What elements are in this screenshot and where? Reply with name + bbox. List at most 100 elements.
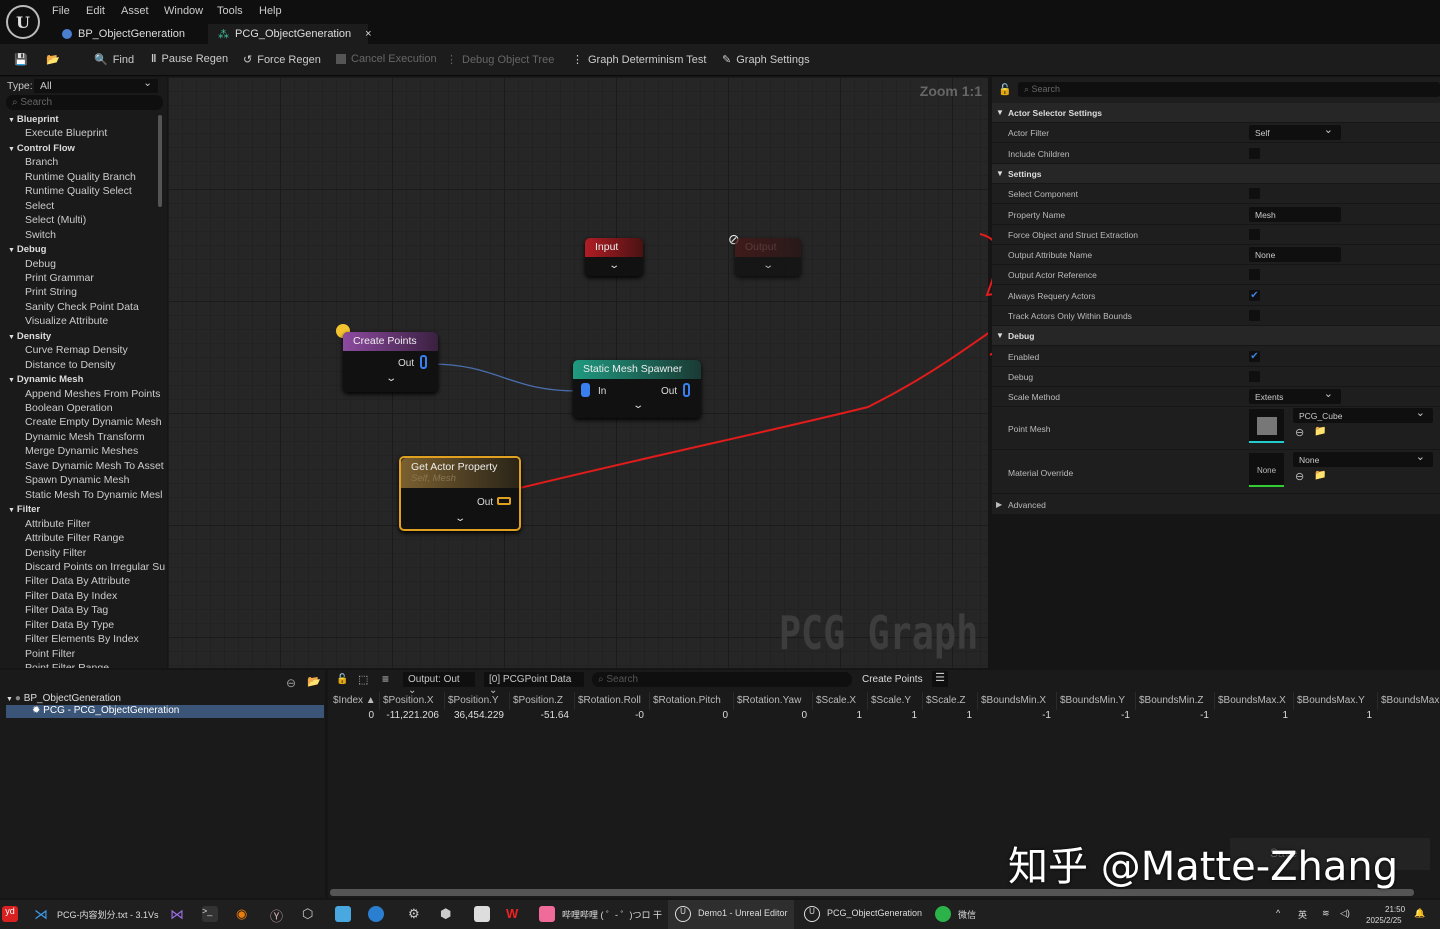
volume-icon[interactable]: ◁) bbox=[1340, 908, 1350, 919]
focus-icon[interactable]: ⊖ bbox=[286, 676, 296, 690]
chevron-down-icon[interactable]: ⌄ bbox=[762, 260, 774, 271]
palette-item[interactable]: Sanity Check Point Data bbox=[25, 301, 139, 313]
close-tab-icon[interactable]: × bbox=[365, 28, 371, 40]
wps-icon[interactable]: W bbox=[506, 906, 522, 922]
column-header[interactable]: $BoundsMax bbox=[1378, 692, 1440, 710]
palette-item[interactable]: Execute Blueprint bbox=[25, 127, 107, 139]
clock-date[interactable]: 2025/2/25 bbox=[1366, 916, 1402, 925]
chevron-down-icon[interactable]: ⌄ bbox=[454, 513, 466, 524]
point-data-pin-icon[interactable] bbox=[683, 383, 690, 397]
palette-item[interactable]: Filter Data By Type bbox=[25, 619, 114, 631]
palette-item[interactable]: Discard Points on Irregular Su bbox=[25, 561, 165, 573]
tab-pcg-objectgeneration[interactable]: ⁂PCG_ObjectGeneration× bbox=[208, 24, 368, 44]
palette-item[interactable]: Debug bbox=[25, 258, 56, 270]
chevron-down-icon[interactable]: ⌄ bbox=[632, 400, 644, 411]
palette-category[interactable]: ▼ Control Flow bbox=[8, 143, 75, 154]
bilibili-icon[interactable] bbox=[539, 906, 555, 922]
palette-item[interactable]: Filter Data By Attribute bbox=[25, 575, 130, 587]
column-header[interactable]: $Scale.X bbox=[813, 692, 868, 710]
translate-icon[interactable] bbox=[368, 906, 384, 922]
palette-item[interactable]: Filter Data By Index bbox=[25, 590, 117, 602]
column-header[interactable]: $BoundsMin.X bbox=[978, 692, 1057, 710]
tab-bp-objectgeneration[interactable]: BP_ObjectGeneration bbox=[52, 24, 195, 44]
palette-item[interactable]: Static Mesh To Dynamic Mesl bbox=[25, 489, 163, 501]
palette-item[interactable]: Branch bbox=[25, 156, 58, 168]
app-icon[interactable]: ⚙ bbox=[408, 906, 424, 922]
pause-regen-button[interactable]: ‖Pause Regen bbox=[151, 53, 228, 65]
column-header[interactable]: $Rotation.Yaw bbox=[734, 692, 813, 710]
advanced-section[interactable]: ▶Advanced bbox=[992, 495, 1440, 515]
graph-settings-button[interactable]: ✎Graph Settings bbox=[722, 53, 810, 66]
outliner-selected-item[interactable]: ✹ PCG - PCG_ObjectGeneration bbox=[6, 705, 324, 718]
app-icon[interactable] bbox=[474, 906, 490, 922]
palette-item[interactable]: Append Meshes From Points bbox=[25, 388, 160, 400]
save-icon[interactable]: 💾 bbox=[14, 53, 28, 66]
app-icon[interactable]: Ⓨ bbox=[270, 906, 286, 922]
menu-tools[interactable]: Tools bbox=[217, 5, 243, 17]
node-create-points[interactable]: Create PointsOut⌄ bbox=[343, 332, 438, 392]
property-value-field[interactable]: None bbox=[1249, 247, 1341, 262]
material-dropdown[interactable]: None bbox=[1293, 452, 1433, 467]
browse-icon[interactable]: 📂 bbox=[307, 675, 321, 688]
input-language[interactable]: 英 bbox=[1298, 908, 1307, 921]
property-checkbox[interactable] bbox=[1249, 148, 1260, 159]
palette-item[interactable]: Attribute Filter Range bbox=[25, 532, 124, 544]
property-value-field[interactable]: Self bbox=[1249, 125, 1341, 140]
taskbar-item[interactable]: 微信 bbox=[958, 908, 976, 921]
terminal-icon[interactable]: >_ bbox=[202, 906, 218, 922]
palette-item[interactable]: Dynamic Mesh Transform bbox=[25, 431, 145, 443]
node-input[interactable]: Input⌄ bbox=[585, 238, 643, 276]
node-get-actor-property[interactable]: Get Actor PropertySelf, MeshOut⌄ bbox=[399, 456, 521, 531]
details-section[interactable]: ▼Actor Selector Settings bbox=[992, 103, 1440, 123]
column-header[interactable]: $BoundsMin.Y bbox=[1057, 692, 1136, 710]
palette-category[interactable]: ▼ Filter bbox=[8, 504, 40, 515]
palette-item[interactable]: Merge Dynamic Meshes bbox=[25, 445, 138, 457]
attribute-pin-icon[interactable] bbox=[497, 497, 511, 505]
property-value-field[interactable]: Mesh bbox=[1249, 207, 1341, 222]
property-checkbox[interactable]: ✔ bbox=[1249, 290, 1260, 301]
palette-item[interactable]: Density Filter bbox=[25, 547, 86, 559]
data-index-dropdown[interactable]: [0] PCGPoint Data ⌄ bbox=[484, 672, 584, 687]
vscode-icon[interactable]: ⋊ bbox=[34, 906, 50, 922]
palette-item[interactable]: Select bbox=[25, 200, 54, 212]
menu-help[interactable]: Help bbox=[259, 5, 282, 17]
youdao-icon[interactable]: yd bbox=[2, 906, 18, 922]
property-checkbox[interactable]: ✔ bbox=[1249, 351, 1260, 362]
point-mesh-dropdown[interactable]: PCG_Cube bbox=[1293, 408, 1433, 423]
palette-category[interactable]: ▼ Dynamic Mesh bbox=[8, 374, 83, 385]
column-header[interactable]: $BoundsMax.X bbox=[1215, 692, 1294, 710]
lock-icon[interactable]: 🔓 bbox=[336, 674, 348, 685]
palette-item[interactable]: Distance to Density bbox=[25, 359, 115, 371]
palette-item[interactable]: Save Dynamic Mesh To Asset bbox=[25, 460, 164, 472]
property-checkbox[interactable] bbox=[1249, 229, 1260, 240]
browse-asset-icon[interactable]: 📁 bbox=[1314, 470, 1326, 481]
lock-icon[interactable]: 🔓 bbox=[998, 83, 1012, 96]
palette-item[interactable]: Boolean Operation bbox=[25, 402, 113, 414]
palette-item[interactable]: Point Filter Range bbox=[25, 662, 109, 668]
palette-item[interactable]: Print Grammar bbox=[25, 272, 94, 284]
palette-item[interactable]: Print String bbox=[25, 286, 77, 298]
chevron-down-icon[interactable]: ⌄ bbox=[385, 373, 397, 384]
type-dropdown[interactable]: All⌄ bbox=[34, 79, 158, 93]
node-output[interactable]: Output⌄ bbox=[735, 238, 801, 276]
property-checkbox[interactable] bbox=[1249, 310, 1260, 321]
palette-category[interactable]: ▼ Density bbox=[8, 331, 51, 342]
property-checkbox[interactable] bbox=[1249, 371, 1260, 382]
property-value-field[interactable]: Extents bbox=[1249, 389, 1341, 404]
filter-icon[interactable]: ≡ bbox=[382, 672, 389, 686]
menu-asset[interactable]: Asset bbox=[121, 5, 149, 17]
column-header[interactable]: $Scale.Y bbox=[868, 692, 923, 710]
blender-icon[interactable]: ◉ bbox=[236, 906, 252, 922]
column-header[interactable]: $Position.Y bbox=[445, 692, 510, 710]
point-data-pin-icon[interactable] bbox=[420, 355, 427, 369]
attribute-search-input[interactable]: ⌕ Search bbox=[592, 672, 852, 687]
details-search-input[interactable]: ⌕ Search bbox=[1018, 82, 1440, 97]
chevron-down-icon[interactable]: ⌄ bbox=[608, 260, 620, 271]
details-section[interactable]: ▼Settings bbox=[992, 164, 1440, 184]
material-thumbnail[interactable]: None bbox=[1249, 453, 1284, 487]
palette-item[interactable]: Filter Data By Tag bbox=[25, 604, 108, 616]
details-section[interactable]: ▼Debug bbox=[992, 326, 1440, 346]
output-pin-dropdown[interactable]: Output: Out ⌄ bbox=[403, 672, 475, 687]
palette-search-input[interactable]: ⌕ Search bbox=[6, 95, 163, 110]
force-regen-button[interactable]: ↺Force Regen bbox=[243, 53, 321, 66]
